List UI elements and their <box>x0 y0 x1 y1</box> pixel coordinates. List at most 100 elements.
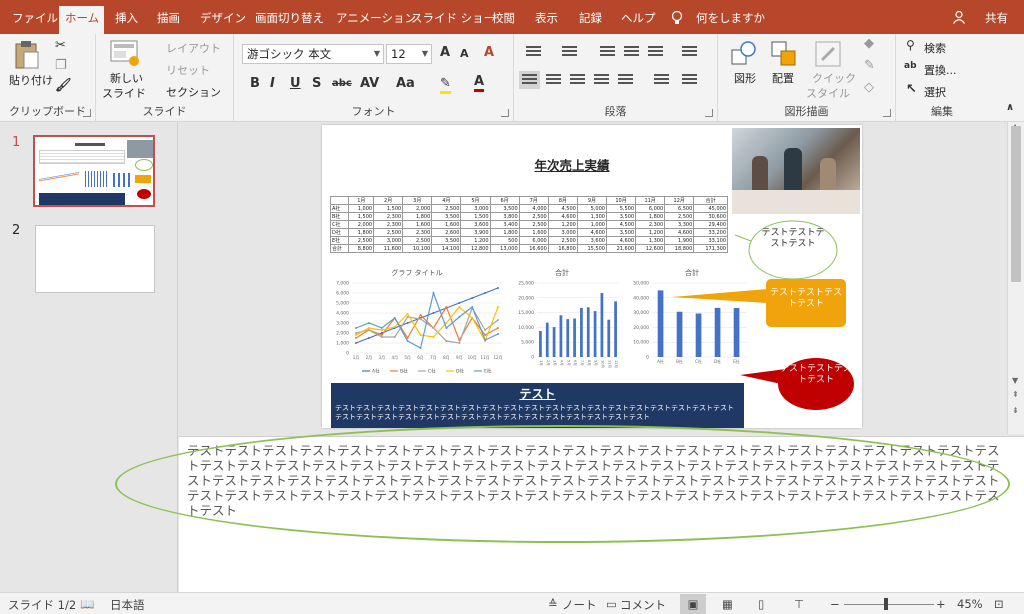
find-button[interactable]: 検索 <box>924 40 946 56</box>
arrange-icon[interactable] <box>770 40 798 68</box>
clipboard-launcher-icon[interactable] <box>83 109 91 117</box>
shape-fill-icon[interactable]: ◆ <box>864 36 874 51</box>
select-button[interactable]: 選択 <box>924 84 946 100</box>
spell-check-icon[interactable]: 📖 <box>80 597 94 611</box>
quick-styles-label-1[interactable]: クイック <box>812 70 856 86</box>
underline-icon[interactable]: U <box>290 76 301 91</box>
search-icon[interactable]: ⚲ <box>906 38 915 52</box>
align-center-icon[interactable] <box>546 74 561 86</box>
tab-file[interactable]: ファイル <box>6 6 64 34</box>
callout-green-text[interactable]: テストテストテストテスト <box>760 228 826 250</box>
cut-icon[interactable]: ✂ <box>55 38 66 53</box>
new-slide-label-2[interactable]: スライド <box>102 85 146 101</box>
slide-sorter-icon[interactable]: ▦ <box>722 597 733 611</box>
strikethrough-icon[interactable]: abc <box>332 78 352 89</box>
format-painter-icon[interactable]: 🖌 <box>55 78 72 93</box>
tab-transitions[interactable]: 画面切り替え <box>249 6 330 34</box>
font-color-icon[interactable]: A <box>474 74 485 92</box>
collapse-ribbon-icon[interactable]: ∧ <box>1006 102 1014 113</box>
zoom-level[interactable]: 45% <box>957 597 983 611</box>
numbering-icon[interactable] <box>562 46 577 58</box>
paste-icon[interactable] <box>14 40 40 70</box>
editor-scrollbar[interactable]: ▲ ▼ ⇞ ⇟ <box>1007 122 1024 434</box>
person-icon[interactable] <box>952 10 966 24</box>
new-slide-label-1[interactable]: 新しい <box>110 70 143 86</box>
tab-home[interactable]: ホーム <box>59 6 104 34</box>
justify-icon[interactable] <box>594 74 609 86</box>
shape-effects-icon[interactable]: ◇ <box>864 80 874 95</box>
bullets-icon[interactable] <box>526 46 541 58</box>
decrease-font-icon[interactable]: A <box>460 47 469 60</box>
slide-title[interactable]: 年次売上実績 <box>517 155 627 174</box>
sales-table[interactable]: 1月 2月 3月 4月 5月 6月 7月 8月 9月 10月 11月 12月 合計 A社 1,000 1,5… <box>329 196 728 253</box>
comment-icon[interactable]: ▭ <box>606 597 617 611</box>
shapes-icon[interactable] <box>730 40 758 68</box>
select-icon[interactable]: ↖ <box>906 82 917 97</box>
slide-banner[interactable]: テスト テストテストテストテストテストテストテストテストテストテストテストテスト… <box>331 383 744 428</box>
columns-icon[interactable] <box>618 74 633 86</box>
paragraph-launcher-icon[interactable] <box>705 109 713 117</box>
scrollbar-thumb[interactable] <box>1011 126 1021 282</box>
scroll-down-icon[interactable]: ▼ <box>1012 376 1018 385</box>
shadow-icon[interactable]: S <box>312 76 321 91</box>
chevron-down-icon[interactable]: ▼ <box>422 45 428 63</box>
line-spacing-icon[interactable] <box>648 46 663 58</box>
slide-thumbnail-2[interactable] <box>35 225 155 293</box>
new-slide-icon[interactable] <box>110 40 140 68</box>
tab-view[interactable]: 表示 <box>529 6 564 34</box>
tab-insert[interactable]: 挿入 <box>109 6 144 34</box>
zoom-out-icon[interactable]: − <box>830 597 840 611</box>
tab-help[interactable]: ヘルプ <box>615 6 662 34</box>
tab-review[interactable]: 校閲 <box>486 6 521 34</box>
zoom-in-icon[interactable]: + <box>936 597 946 611</box>
notes-icon[interactable]: ≙ <box>548 597 558 611</box>
previous-slide-icon[interactable]: ⇞ <box>1012 390 1019 399</box>
highlight-icon[interactable]: ✎ <box>440 76 451 94</box>
normal-view-icon[interactable]: ▣ <box>680 594 706 614</box>
office-photo[interactable] <box>732 128 860 214</box>
font-launcher-icon[interactable] <box>501 109 509 117</box>
bold-icon[interactable]: B <box>250 76 260 91</box>
increase-indent-icon[interactable] <box>624 46 639 58</box>
align-text-icon[interactable] <box>654 74 669 86</box>
align-right-icon[interactable] <box>570 74 585 86</box>
replace-button[interactable]: 置換... <box>924 62 957 78</box>
notes-button[interactable]: ノート <box>562 597 597 613</box>
fit-slide-icon[interactable]: ⊡ <box>994 597 1004 611</box>
arrange-button[interactable]: 配置 <box>772 70 794 86</box>
copy-icon[interactable]: ❐ <box>55 58 67 73</box>
increase-font-icon[interactable]: A <box>440 45 450 60</box>
language-indicator[interactable]: 日本語 <box>110 597 145 613</box>
zoom-slider-thumb[interactable] <box>884 598 888 610</box>
line-chart[interactable]: 7,000 6,000 5,000 4,000 3,000 2,000 1,000 0 1月 2月… <box>322 275 512 381</box>
chevron-down-icon[interactable]: ▼ <box>374 45 380 63</box>
share-button[interactable]: 共有 <box>985 10 1008 26</box>
align-left-icon[interactable] <box>519 71 540 89</box>
paste-button[interactable]: 貼り付け <box>9 72 53 88</box>
callout-orange-text[interactable]: テストテストテストテスト <box>768 288 844 310</box>
change-case-icon[interactable]: Aa <box>396 76 415 91</box>
zoom-slider[interactable] <box>844 604 934 605</box>
clear-format-icon[interactable]: A <box>484 45 494 60</box>
slide-canvas[interactable]: 年次売上実績 1月 2月 3月 4月 5月 6月 7月 8月 9月 10月 11月 12月 合計 A社 1… <box>322 125 862 428</box>
callout-red-text[interactable]: テストテストテストテスト <box>780 364 852 386</box>
layout-button[interactable]: レイアウト <box>166 40 221 56</box>
reading-view-icon[interactable]: ▯ <box>758 597 764 611</box>
text-direction-icon[interactable] <box>682 46 697 58</box>
lightbulb-icon[interactable] <box>671 10 683 26</box>
shapes-button[interactable]: 図形 <box>734 70 756 86</box>
next-slide-icon[interactable]: ⇟ <box>1012 406 1019 415</box>
drawing-launcher-icon[interactable] <box>883 109 891 117</box>
decrease-indent-icon[interactable] <box>600 46 615 58</box>
banner-title[interactable]: テスト <box>331 385 744 402</box>
replace-icon[interactable]: ab <box>904 61 917 71</box>
italic-icon[interactable]: I <box>270 76 275 91</box>
month-bar-chart[interactable]: 25,000 20,000 15,000 10,000 5,000 0 1月 2月 3月 4月 5月… <box>507 275 622 381</box>
font-name-combo[interactable]: 游ゴシック 本文 ▼ <box>242 44 384 64</box>
shape-outline-icon[interactable]: ✎ <box>864 58 875 73</box>
tab-design[interactable]: デザイン <box>194 6 252 34</box>
smartart-icon[interactable] <box>682 74 697 86</box>
slide-thumbnail-1[interactable] <box>33 135 155 207</box>
tab-record[interactable]: 記録 <box>573 6 608 34</box>
section-button[interactable]: セクション <box>166 84 221 100</box>
